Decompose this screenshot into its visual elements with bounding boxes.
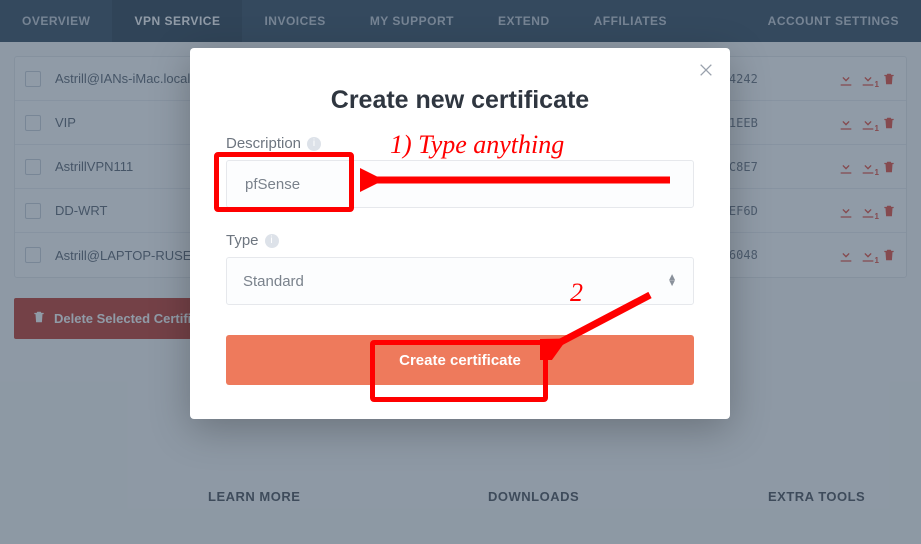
description-input[interactable] — [243, 175, 677, 194]
type-select[interactable]: Standard ▲▼ — [226, 257, 694, 305]
description-label: Description i — [226, 135, 694, 152]
type-label: Type i — [226, 232, 694, 249]
info-icon: i — [265, 234, 279, 248]
close-icon[interactable] — [698, 62, 714, 83]
create-certificate-button[interactable]: Create certificate — [226, 335, 694, 385]
type-select-value: Standard — [243, 273, 304, 290]
modal-title: Create new certificate — [226, 86, 694, 115]
create-certificate-modal: Create new certificate Description i Typ… — [190, 48, 730, 419]
info-icon: i — [307, 137, 321, 151]
description-input-wrap — [226, 160, 694, 208]
chevron-updown-icon: ▲▼ — [667, 275, 677, 287]
